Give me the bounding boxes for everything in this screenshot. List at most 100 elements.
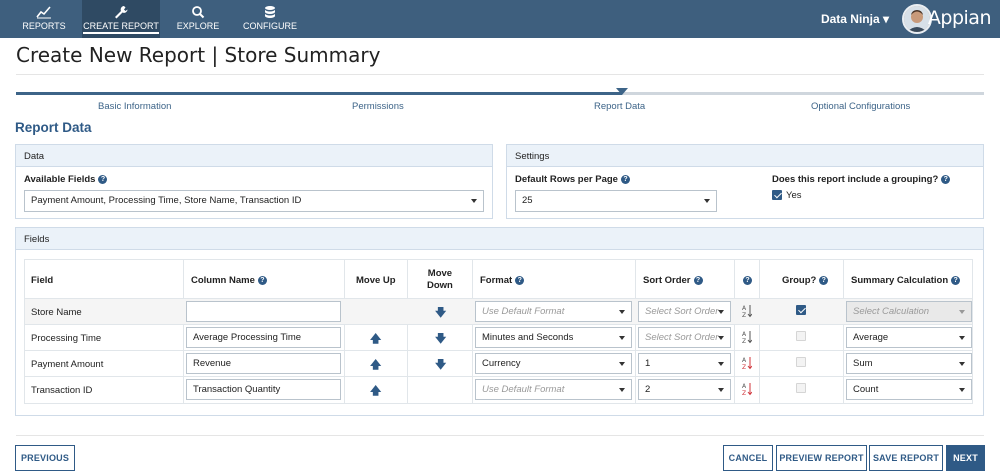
chevron-down-icon <box>704 199 710 203</box>
available-fields-label-text: Available Fields <box>24 174 96 185</box>
summary-calculation-value: Select Calculation <box>853 306 930 317</box>
sort-ascending-icon[interactable]: AZ <box>742 304 752 318</box>
format-select[interactable]: Currency <box>475 353 632 374</box>
help-icon[interactable]: ? <box>951 275 961 285</box>
grouping-question-label: Does this report include a grouping?? <box>772 174 951 185</box>
grouping-yes-checkbox[interactable] <box>772 190 782 200</box>
previous-button[interactable]: PREVIOUS <box>15 445 75 471</box>
move-down-arrow-icon[interactable]: 🡇 <box>435 356 446 375</box>
nav-explore[interactable]: EXPLORE <box>162 0 234 38</box>
wizard-step-permissions[interactable]: Permissions <box>352 101 404 112</box>
preview-report-button[interactable]: PREVIEW REPORT <box>776 445 867 471</box>
sort-descending-icon[interactable]: AZ <box>742 382 752 396</box>
col-header-sort-order-text: Sort Order <box>643 275 691 286</box>
sort-order-value: 1 <box>645 358 651 369</box>
group-checkbox[interactable] <box>796 305 806 315</box>
help-icon[interactable]: ? <box>620 174 630 184</box>
title-divider <box>16 74 984 75</box>
col-header-sort-direction: ? <box>740 275 752 287</box>
help-icon[interactable]: ? <box>515 275 525 285</box>
field-name: Store Name <box>31 307 82 318</box>
chevron-down-icon <box>718 388 724 392</box>
summary-calculation-select[interactable]: Sum <box>846 353 972 374</box>
appian-logo: Appian <box>927 7 992 29</box>
sort-ascending-icon[interactable]: AZ <box>742 330 752 344</box>
chevron-down-icon <box>471 199 477 203</box>
section-heading: Report Data <box>15 120 92 135</box>
chevron-down-icon <box>959 362 965 366</box>
save-report-button[interactable]: SAVE REPORT <box>869 445 943 471</box>
sort-order-select[interactable]: 2 <box>638 379 731 400</box>
field-name: Payment Amount <box>31 359 104 370</box>
col-header-group: Group?? <box>782 275 829 287</box>
svg-text:A: A <box>742 383 747 390</box>
data-box-header: Data <box>16 145 492 167</box>
rows-per-page-label: Default Rows per Page? <box>515 174 630 185</box>
col-header-column-name: Column Name? <box>191 275 267 287</box>
move-down-arrow-icon[interactable]: 🡇 <box>435 330 446 349</box>
wizard-step-report-data[interactable]: Report Data <box>594 101 645 112</box>
format-select[interactable]: Use Default Format <box>475 379 632 400</box>
sort-order-select[interactable]: Select Sort Order <box>638 327 731 348</box>
move-up-arrow-icon[interactable]: 🡅 <box>370 356 381 375</box>
chevron-down-icon <box>619 336 625 340</box>
sort-descending-icon[interactable]: AZ <box>742 356 752 370</box>
available-fields-select[interactable]: Payment Amount, Processing Time, Store N… <box>24 190 484 212</box>
chevron-down-icon <box>718 310 724 314</box>
sort-order-select[interactable]: 1 <box>638 353 731 374</box>
help-icon[interactable]: ? <box>257 275 267 285</box>
nav-reports[interactable]: REPORTS <box>8 0 80 38</box>
column-name-input[interactable]: Average Processing Time <box>186 327 341 348</box>
help-icon[interactable]: ? <box>743 275 752 285</box>
wizard-step-basic-information[interactable]: Basic Information <box>98 101 171 112</box>
col-header-move-down-line2: Down <box>427 280 453 291</box>
summary-calculation-value: Average <box>853 332 889 343</box>
wizard-progress-complete <box>16 92 622 95</box>
format-select[interactable]: Use Default Format <box>475 301 632 322</box>
nav-configure[interactable]: CONFIGURE <box>234 0 306 38</box>
help-icon[interactable]: ? <box>693 275 703 285</box>
wizard-step-optional-configurations[interactable]: Optional Configurations <box>811 101 910 112</box>
available-fields-label: Available Fields? <box>24 174 108 185</box>
summary-calculation-select[interactable]: Select Calculation <box>846 301 972 322</box>
chevron-down-icon <box>959 310 965 314</box>
wizard-current-marker <box>616 88 628 95</box>
chart-line-icon <box>36 6 51 19</box>
chevron-down-icon <box>959 336 965 340</box>
sort-order-value: Select Sort Order <box>645 306 719 317</box>
user-menu[interactable]: Data Ninja ▾ <box>821 12 889 26</box>
move-up-arrow-icon[interactable]: 🡅 <box>370 330 381 349</box>
summary-calculation-select[interactable]: Average <box>846 327 972 348</box>
settings-box-header: Settings <box>507 145 983 167</box>
summary-calculation-value: Sum <box>853 358 873 369</box>
cancel-button[interactable]: CANCEL <box>723 445 773 471</box>
format-select[interactable]: Minutes and Seconds <box>475 327 632 348</box>
col-header-sort-order: Sort Order? <box>643 275 703 287</box>
move-up-arrow-icon[interactable]: 🡅 <box>370 382 381 401</box>
next-button[interactable]: NEXT <box>946 445 985 471</box>
footer-divider <box>16 435 984 436</box>
chevron-down-icon <box>959 388 965 392</box>
col-header-group-text: Group? <box>782 275 817 286</box>
sort-order-select[interactable]: Select Sort Order <box>638 301 731 322</box>
rows-per-page-value: 25 <box>522 195 533 206</box>
help-icon[interactable]: ? <box>819 275 829 285</box>
sort-order-value: 2 <box>645 384 651 395</box>
col-header-move-up: Move Up <box>356 275 396 286</box>
format-value: Minutes and Seconds <box>482 332 574 343</box>
column-name-input[interactable]: Revenue <box>186 353 341 374</box>
nav-create-report[interactable]: CREATE REPORT <box>82 0 160 38</box>
help-icon[interactable]: ? <box>941 174 951 184</box>
column-name-input[interactable]: Transaction Quantity <box>186 379 341 400</box>
group-checkbox[interactable] <box>796 357 806 367</box>
help-icon[interactable]: ? <box>98 174 108 184</box>
svg-text:A: A <box>742 305 747 312</box>
col-header-summary-text: Summary Calculation <box>851 275 949 286</box>
rows-per-page-select[interactable]: 25 <box>515 190 717 212</box>
summary-calculation-select[interactable]: Count <box>846 379 972 400</box>
group-checkbox[interactable] <box>796 383 806 393</box>
top-navigation-bar: REPORTS CREATE REPORT EXPLORE CONFIGURE … <box>0 0 1000 38</box>
column-name-input[interactable] <box>186 301 341 322</box>
move-down-arrow-icon[interactable]: 🡇 <box>435 304 446 323</box>
group-checkbox[interactable] <box>796 331 806 341</box>
